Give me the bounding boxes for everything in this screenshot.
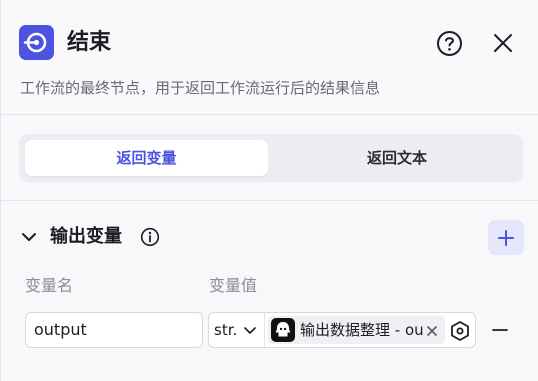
- output-variables-title[interactable]: 输出变量: [50, 224, 122, 250]
- tab-return-variables[interactable]: 返回变量: [25, 140, 268, 176]
- close-icon[interactable]: [425, 323, 439, 337]
- variable-value-field: str. 输出数据整理 - output: [208, 312, 476, 348]
- remove-variable-button[interactable]: [491, 321, 509, 339]
- column-header-value: 变量值: [209, 276, 258, 295]
- end-node-panel: 结束 工作流的最终节点，用于返回工作流运行后的结果信息 返回变量 返回文本 输出…: [0, 0, 538, 381]
- variable-type-select[interactable]: str.: [214, 313, 236, 347]
- chevron-down-icon[interactable]: [20, 228, 38, 246]
- section-divider: [1, 200, 538, 201]
- return-mode-tabs: 返回变量 返回文本: [19, 134, 523, 182]
- close-icon[interactable]: [491, 31, 515, 55]
- source-node-icon: [271, 318, 295, 342]
- node-title: 结束: [67, 30, 112, 55]
- add-variable-button[interactable]: [488, 220, 524, 255]
- reference-label: 输出数据整理 - output: [300, 321, 424, 339]
- info-icon[interactable]: [140, 227, 160, 247]
- end-node-icon: [19, 25, 54, 60]
- column-header-name: 变量名: [25, 276, 74, 295]
- help-icon[interactable]: [436, 30, 463, 57]
- variable-picker-icon[interactable]: [449, 320, 471, 342]
- node-description: 工作流的最终节点，用于返回工作流运行后的结果信息: [20, 79, 381, 97]
- panel-header: 结束 工作流的最终节点，用于返回工作流运行后的结果信息: [1, 0, 538, 115]
- tab-return-text[interactable]: 返回文本: [277, 140, 517, 176]
- chevron-down-icon[interactable]: [242, 323, 258, 337]
- variable-reference-chip[interactable]: 输出数据整理 - output: [268, 316, 445, 344]
- minus-icon: [492, 329, 508, 331]
- variable-name-input[interactable]: output: [25, 312, 203, 348]
- plus-icon: [498, 230, 514, 246]
- type-separator: [264, 313, 265, 347]
